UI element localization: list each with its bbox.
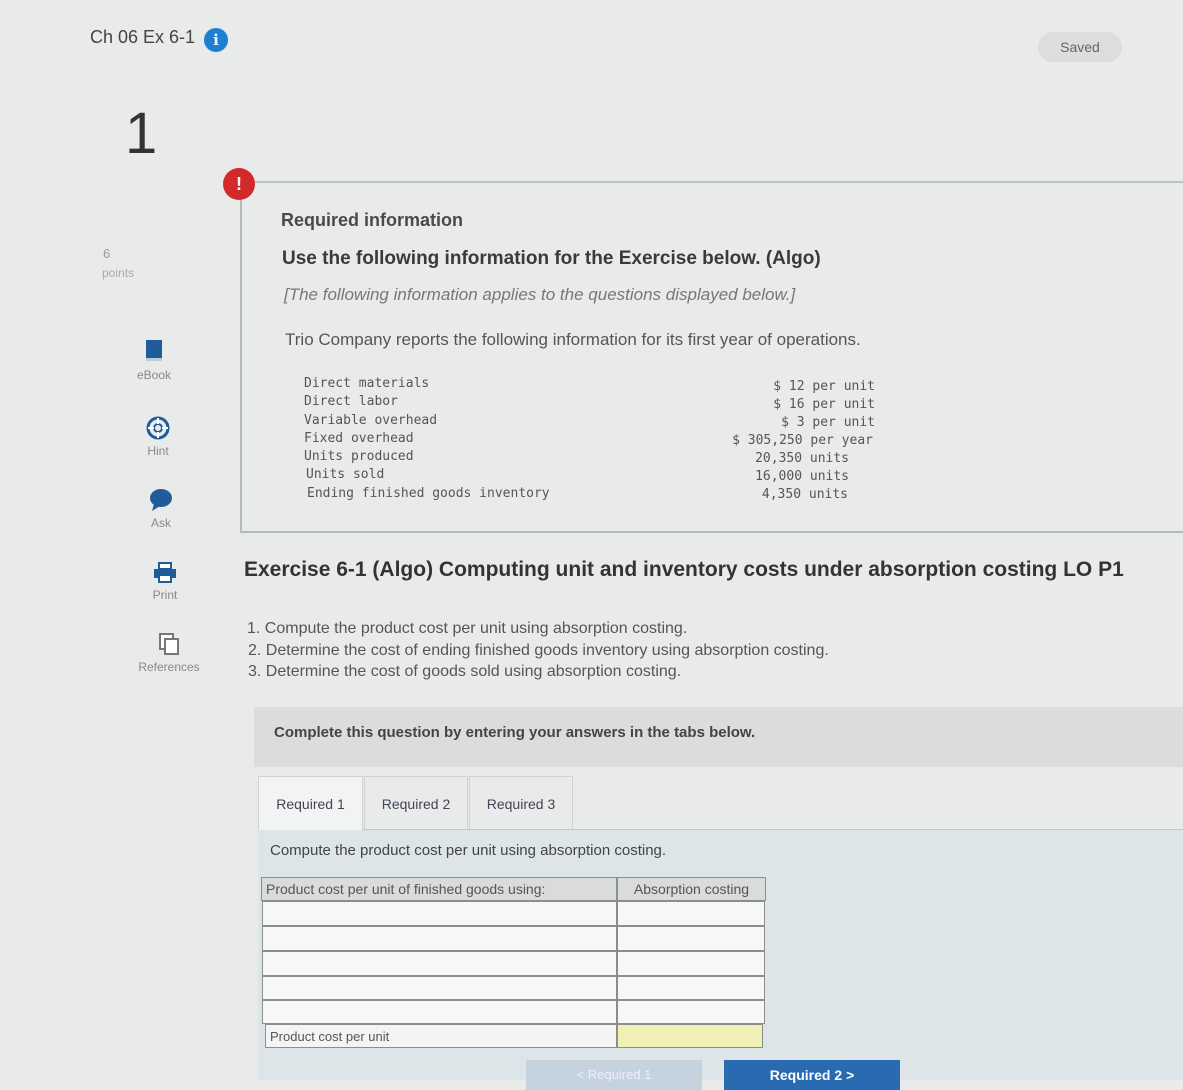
data-row: Units sold 16,000 units <box>304 467 879 485</box>
data-value: $ 305,250 per year <box>732 433 873 448</box>
amount-input[interactable] <box>617 901 765 926</box>
data-label: Units produced <box>304 449 414 464</box>
print-label: Print <box>152 588 178 602</box>
total-label: Product cost per unit <box>265 1024 617 1048</box>
total-amount-input[interactable] <box>617 1024 763 1048</box>
amount-input[interactable] <box>617 926 765 951</box>
data-row: Direct labor $ 16 per unit <box>304 394 879 412</box>
data-label: Variable overhead <box>304 413 438 428</box>
ebook-label: eBook <box>136 368 172 382</box>
data-label: Direct labor <box>304 394 398 409</box>
data-row: Variable overhead $ 3 per unit <box>304 413 879 431</box>
data-value: 16,000 units <box>755 469 849 484</box>
tab-required-3[interactable]: Required 3 <box>469 776 573 831</box>
requirement-item: 1. Compute the product cost per unit usi… <box>247 620 688 637</box>
ebook-button[interactable]: eBook <box>114 338 194 382</box>
data-row: Ending finished goods inventory 4,350 un… <box>304 486 879 504</box>
data-row: Direct materials $ 12 per unit <box>304 376 879 394</box>
tab-required-1[interactable]: Required 1 <box>258 776 363 831</box>
table-header-right: Absorption costing <box>617 877 766 901</box>
table-header-left: Product cost per unit of finished goods … <box>261 877 617 901</box>
saved-status-badge: Saved <box>1038 32 1122 62</box>
ask-button[interactable]: Ask <box>121 488 201 530</box>
book-icon <box>146 340 162 361</box>
data-value: 4,350 units <box>761 487 848 502</box>
ask-label: Ask <box>150 516 171 530</box>
data-label: Fixed overhead <box>304 431 414 446</box>
cost-item-input[interactable] <box>262 926 617 951</box>
points-value: 6 <box>103 246 111 261</box>
data-label: Direct materials <box>304 376 430 391</box>
print-button[interactable]: Print <box>125 562 205 602</box>
question-number: 1 <box>125 101 158 166</box>
exercise-heading: Exercise 6-1 (Algo) Computing unit and i… <box>244 558 1124 581</box>
requirement-item: 3. Determine the cost of goods sold usin… <box>248 663 682 680</box>
data-label: Ending finished goods inventory <box>307 486 550 501</box>
amount-input[interactable] <box>617 976 765 1000</box>
data-value: $ 12 per unit <box>773 379 875 394</box>
lifebuoy-icon <box>146 416 170 440</box>
amount-input[interactable] <box>617 951 765 976</box>
exercise-title: Ch 06 Ex 6-1 <box>90 27 196 47</box>
next-button[interactable]: Required 2 > <box>724 1060 900 1090</box>
printer-icon <box>154 562 176 583</box>
cost-item-input[interactable] <box>262 1000 617 1024</box>
hint-label: Hint <box>147 444 169 458</box>
chat-bubble-icon <box>150 489 172 511</box>
data-label: Units sold <box>306 467 385 482</box>
data-row: Fixed overhead $ 305,250 per year <box>304 431 879 449</box>
hint-button[interactable]: Hint <box>118 416 198 458</box>
cost-item-input[interactable] <box>262 901 617 926</box>
data-row: Units produced 20,350 units <box>304 449 879 467</box>
info-icon[interactable]: i <box>204 28 228 52</box>
amount-input[interactable] <box>617 1000 765 1024</box>
use-info-subheading: Use the following information for the Ex… <box>282 248 821 269</box>
panel-instruction: Compute the product cost per unit using … <box>270 842 667 859</box>
alert-icon: ! <box>223 168 255 200</box>
points-label: points <box>102 266 135 280</box>
copy-icon <box>159 633 179 655</box>
references-label: References <box>138 660 200 674</box>
instruction-text: Complete this question by entering your … <box>274 724 756 741</box>
references-button[interactable]: References <box>129 632 209 674</box>
section-divider <box>255 181 1183 183</box>
tab-required-2[interactable]: Required 2 <box>364 776 468 831</box>
data-value: 20,350 units <box>755 451 849 466</box>
company-intro: Trio Company reports the following infor… <box>285 330 861 349</box>
data-value: $ 3 per unit <box>781 415 875 430</box>
cost-item-input[interactable] <box>262 951 617 976</box>
prev-button[interactable]: < Required 1 <box>526 1060 702 1090</box>
cost-item-input[interactable] <box>262 976 617 1000</box>
requirement-item: 2. Determine the cost of ending finished… <box>248 642 829 659</box>
required-info-heading: Required information <box>281 210 464 230</box>
applies-note: [The following information applies to th… <box>284 285 796 304</box>
data-value: $ 16 per unit <box>773 397 875 412</box>
